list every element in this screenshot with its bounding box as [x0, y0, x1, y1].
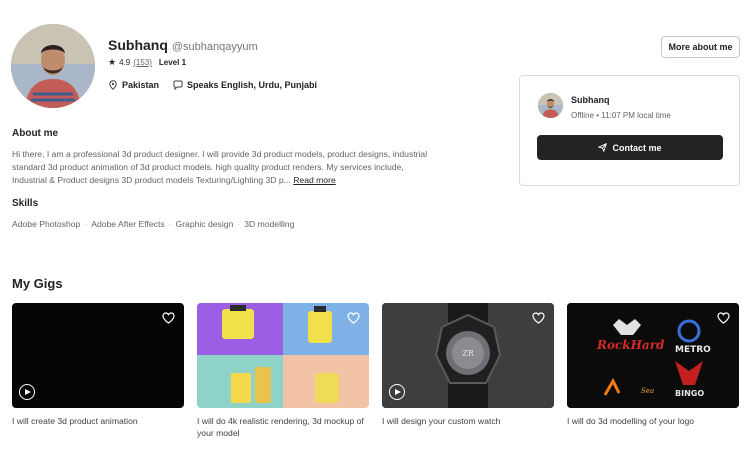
gig-title[interactable]: I will design your custom watch	[382, 416, 554, 428]
skill-item: Graphic design	[175, 219, 234, 229]
heart-icon[interactable]	[162, 312, 175, 324]
contact-card: Subhanq Offline • 11:07 PM local time Co…	[519, 75, 740, 186]
gig-title[interactable]: I will do 3d modelling of your logo	[567, 416, 739, 428]
my-gigs-title: My Gigs	[12, 276, 63, 291]
logo-render-image: RockHard METRO BINGO Sea	[567, 303, 739, 408]
profile-meta: Pakistan Speaks English, Urdu, Punjabi	[108, 80, 317, 90]
gig-card[interactable]: RockHard METRO BINGO Sea I will do 3d mo…	[567, 303, 739, 428]
profile-name-text: Subhanq	[108, 37, 168, 53]
svg-text:BINGO: BINGO	[675, 389, 704, 398]
svg-text:Sea: Sea	[641, 387, 654, 395]
mockup-render-image	[197, 303, 369, 408]
speech-bubble-icon	[173, 80, 183, 90]
contact-status: Offline • 11:07 PM local time	[571, 111, 671, 120]
more-about-me-button[interactable]: More about me	[661, 36, 740, 58]
svg-text:METRO: METRO	[675, 345, 711, 355]
seller-level: Level 1	[158, 58, 187, 67]
gig-card[interactable]: I will create 3d product animation	[12, 303, 184, 428]
skills-title: Skills	[12, 198, 39, 209]
skill-item: Adobe After Effects	[91, 219, 165, 229]
gig-card[interactable]: ZR I will design your custom watch	[382, 303, 554, 428]
send-icon	[598, 143, 608, 152]
skill-separator: ·	[84, 219, 88, 229]
watch-render-image: ZR	[382, 303, 554, 408]
profile-name: Subhanq @subhanqayyum	[108, 37, 258, 53]
about-text: Hi there, I am a professional 3d product…	[12, 148, 432, 187]
read-more-link[interactable]: Read more	[293, 175, 336, 185]
gig-title[interactable]: I will do 4k realistic rendering, 3d moc…	[197, 416, 369, 439]
gig-card[interactable]: I will do 4k realistic rendering, 3d moc…	[197, 303, 369, 439]
languages-item: Speaks English, Urdu, Punjabi	[173, 80, 317, 90]
heart-icon[interactable]	[717, 312, 730, 324]
rating-count[interactable]: (153)	[133, 58, 152, 67]
svg-text:RockHard: RockHard	[596, 338, 665, 352]
contact-avatar	[538, 93, 563, 118]
gig-thumbnail[interactable]	[197, 303, 369, 408]
heart-icon[interactable]	[347, 312, 360, 324]
contact-name: Subhanq	[571, 95, 610, 105]
svg-text:ZR: ZR	[462, 349, 475, 358]
skill-item: Adobe Photoshop	[12, 219, 81, 229]
location-item: Pakistan	[108, 80, 159, 90]
location-text: Pakistan	[122, 80, 160, 90]
location-pin-icon	[109, 80, 117, 90]
profile-rating: ★ 4.9 (153) Level 1	[108, 57, 186, 68]
play-icon[interactable]	[389, 384, 405, 400]
contact-me-button[interactable]: Contact me	[537, 135, 723, 160]
contact-me-label: Contact me	[612, 142, 662, 153]
skill-separator: ·	[168, 219, 172, 229]
gig-title[interactable]: I will create 3d product animation	[12, 416, 184, 428]
heart-icon[interactable]	[532, 312, 545, 324]
about-title: About me	[12, 128, 59, 139]
rating-value: 4.9	[119, 58, 131, 67]
about-description: Hi there, I am a professional 3d product…	[12, 149, 428, 185]
gig-thumbnail[interactable]: ZR	[382, 303, 554, 408]
gig-thumbnail[interactable]	[12, 303, 184, 408]
play-icon[interactable]	[19, 384, 35, 400]
languages-text: Speaks English, Urdu, Punjabi	[187, 80, 318, 90]
star-icon: ★	[108, 57, 117, 67]
skill-separator: ·	[237, 219, 241, 229]
profile-avatar[interactable]	[11, 24, 95, 108]
profile-handle: @subhanqayyum	[171, 41, 258, 53]
skills-list: Adobe Photoshop · Adobe After Effects · …	[12, 219, 294, 229]
skill-item: 3D modelling	[244, 219, 295, 229]
gig-thumbnail[interactable]: RockHard METRO BINGO Sea	[567, 303, 739, 408]
